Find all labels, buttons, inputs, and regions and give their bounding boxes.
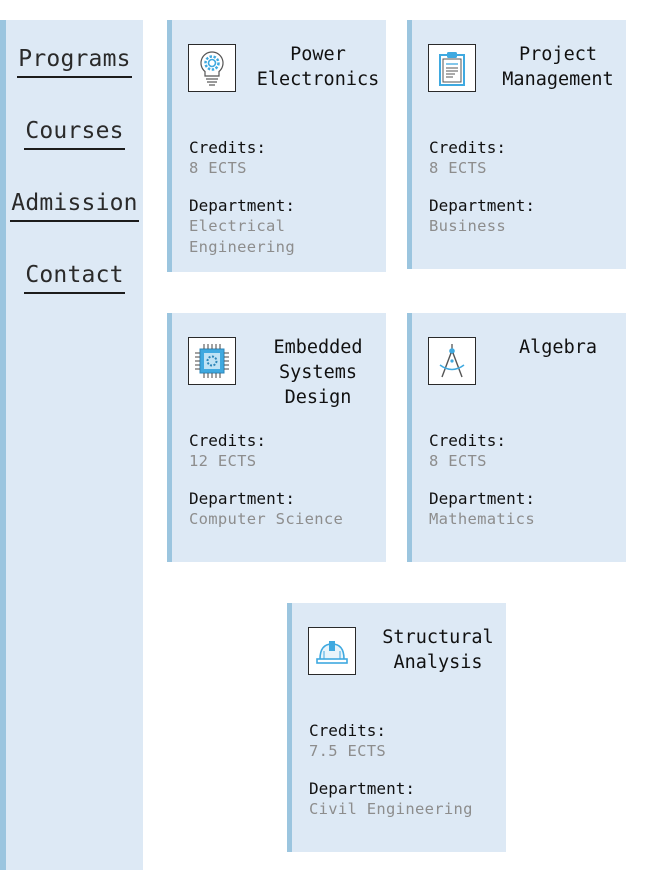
nav-link-admission[interactable]: Admission (6, 188, 143, 222)
course-card[interactable]: Project Management Credits: 8 ECTS Depar… (407, 20, 626, 269)
nav-link-courses[interactable]: Courses (6, 116, 143, 150)
nav-link-contact[interactable]: Contact (6, 260, 143, 294)
department-value: Civil Engineering (309, 800, 473, 818)
credits-label: Credits: (429, 431, 507, 450)
department-label: Department: (309, 779, 415, 798)
course-title: Structural Analysis (382, 627, 494, 673)
course-card[interactable]: Structural Analysis Credits: 7.5 ECTS De… (287, 603, 506, 852)
nav-label: Courses (24, 116, 125, 150)
credits-label: Credits: (189, 138, 267, 157)
course-title: Power Electronics (256, 44, 380, 90)
department-value: Mathematics (429, 510, 535, 528)
credits-value: 8 ECTS (429, 159, 487, 177)
hard-hat-icon (308, 627, 356, 675)
nav-label: Admission (10, 188, 139, 222)
nav-link-programs[interactable]: Programs (6, 44, 143, 78)
credits-label: Credits: (429, 138, 507, 157)
compass-icon (428, 337, 476, 385)
course-card[interactable]: Embedded Systems Design Credits: 12 ECTS… (167, 313, 386, 562)
course-title: Project Management (502, 44, 614, 90)
department-label: Department: (429, 196, 535, 215)
department-value: Business (429, 217, 507, 235)
credits-label: Credits: (189, 431, 267, 450)
department-value: Computer Science (189, 510, 344, 528)
clipboard-icon (428, 44, 476, 92)
department-label: Department: (189, 489, 295, 508)
credits-label: Credits: (309, 721, 387, 740)
course-card[interactable]: Algebra Credits: 8 ECTS Department: Math… (407, 313, 626, 562)
department-label: Department: (189, 196, 295, 215)
nav-label: Programs (17, 44, 132, 78)
microchip-icon (188, 337, 236, 385)
nav-label: Contact (24, 260, 125, 294)
credits-value: 12 ECTS (189, 452, 257, 470)
lightbulb-gear-icon (188, 44, 236, 92)
course-title: Algebra (519, 337, 597, 358)
credits-value: 7.5 ECTS (309, 742, 387, 760)
course-card[interactable]: Power Electronics Credits: 8 ECTS Depart… (167, 20, 386, 272)
course-title: Embedded Systems Design (273, 337, 363, 408)
credits-value: 8 ECTS (429, 452, 487, 470)
department-value: Electrical Engineering (189, 217, 295, 256)
sidebar-nav: Programs Courses Admission Contact (0, 20, 143, 870)
credits-value: 8 ECTS (189, 159, 247, 177)
department-label: Department: (429, 489, 535, 508)
